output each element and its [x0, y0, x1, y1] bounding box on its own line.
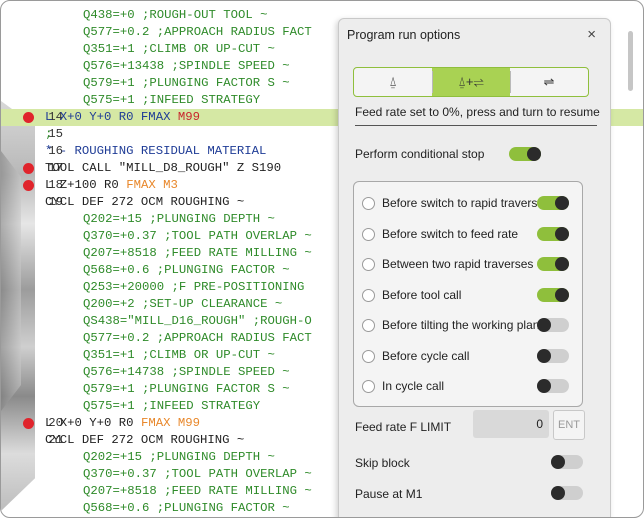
- radio-button[interactable]: [362, 258, 375, 271]
- stop-option-row[interactable]: In cycle call: [354, 371, 582, 401]
- pause-m1-toggle[interactable]: [551, 486, 583, 500]
- ent-button[interactable]: ENT: [553, 410, 585, 440]
- code-text: Q253=+20000 ;F PRE-POSITIONING: [83, 280, 305, 294]
- stop-option-row[interactable]: Before switch to rapid traverse: [354, 188, 582, 218]
- toggle-knob: [555, 257, 569, 271]
- stop-option-label: Before cycle call: [382, 348, 470, 363]
- radio-button[interactable]: [362, 319, 375, 332]
- code-text: Q200=+2 ;SET-UP CLEARANCE ~: [83, 297, 283, 311]
- code-text: QS438="MILL_D16_ROUGH" ;ROUGH-O: [83, 314, 312, 328]
- feed-limit-value: 0: [536, 417, 543, 431]
- code-text: Q370=+0.37 ;TOOL PATH OVERLAP ~: [83, 467, 312, 481]
- stop-option-toggle[interactable]: [537, 226, 569, 241]
- skip-block-label: Skip block: [355, 456, 410, 470]
- code-text: Q568=+0.6 ;PLUNGING FACTOR ~: [83, 263, 290, 277]
- code-text: Q438=+0 ;ROUGH-OUT TOOL ~: [83, 8, 268, 22]
- code-text: Q351=+1 ;CLIMB OR UP-CUT ~: [83, 42, 275, 56]
- toggle-knob: [551, 455, 565, 469]
- code-text: L X+0 Y+0 R0 FMAX M99: [45, 416, 200, 430]
- mode-feed-icon[interactable]: ⇌: [510, 68, 588, 96]
- code-text: Q575=+1 ;INFEED STRATEGY: [83, 93, 261, 107]
- code-text: Q579=+1 ;PLUNGING FACTOR S ~: [83, 76, 290, 90]
- toggle-knob: [537, 348, 551, 363]
- code-text: Q576=+14738 ;SPINDLE SPEED ~: [83, 365, 290, 379]
- stop-option-label: Between two rapid traverses: [382, 257, 534, 271]
- stop-option-row[interactable]: Before cycle call: [354, 341, 582, 371]
- stop-option-toggle[interactable]: [537, 318, 569, 332]
- stop-option-toggle[interactable]: [537, 257, 569, 271]
- stop-option-toggle[interactable]: [537, 196, 569, 210]
- radio-button[interactable]: [362, 380, 375, 393]
- conditional-stop-label: Perform conditional stop: [355, 147, 485, 161]
- stop-option-label: Before tool call: [382, 287, 462, 302]
- pause-m1-label: Pause at M1: [355, 487, 423, 501]
- feed-limit-label: Feed rate F LIMIT: [355, 420, 452, 434]
- code-text: * - ROUGHING RESIDUAL MATERIAL: [45, 144, 267, 158]
- stop-option-row[interactable]: Before tilting the working plane: [354, 310, 582, 340]
- code-text: ;: [45, 127, 53, 141]
- program-run-options-dialog: Program run options × ⍙ ⍙+⇌ ⇌ Feed rate se…: [338, 18, 611, 517]
- radio-button[interactable]: [362, 288, 375, 302]
- code-text: L Z+100 R0 FMAX M3: [45, 178, 178, 192]
- code-text: CYCL DEF 272 OCM ROUGHING ~: [45, 195, 245, 209]
- code-text: Q568=+0.6 ;PLUNGING FACTOR ~: [83, 501, 290, 515]
- dialog-title: Program run options: [347, 28, 461, 42]
- radio-button[interactable]: [362, 227, 375, 241]
- mode-stop-feed-icon[interactable]: ⍙+⇌: [432, 68, 510, 96]
- toggle-knob: [527, 147, 541, 161]
- code-text: Q575=+1 ;INFEED STRATEGY: [83, 399, 261, 413]
- code-text: L X+0 Y+0 R0 FMAX M99: [45, 110, 200, 124]
- toggle-knob: [555, 196, 569, 210]
- toggle-knob: [555, 287, 569, 302]
- mode-stop-icon[interactable]: ⍙: [354, 68, 432, 96]
- conditional-stop-toggle[interactable]: [509, 147, 541, 161]
- stop-option-label: Before switch to rapid traverse: [382, 196, 545, 210]
- stop-option-label: Before switch to feed rate: [382, 226, 519, 241]
- breakpoint-icon[interactable]: [23, 180, 34, 191]
- info-text: Feed rate set to 0%, press and turn to r…: [355, 105, 600, 119]
- code-text: Q579=+1 ;PLUNGING FACTOR S ~: [83, 382, 290, 396]
- code-text: Q576=+13438 ;SPINDLE SPEED ~: [83, 59, 290, 73]
- breakpoint-icon[interactable]: [23, 163, 34, 174]
- stop-option-row[interactable]: Before switch to feed rate: [354, 219, 582, 249]
- stop-option-toggle[interactable]: [537, 348, 569, 363]
- skip-block-toggle[interactable]: [551, 455, 583, 469]
- dialog-header: Program run options ×: [339, 19, 610, 51]
- divider: [355, 125, 597, 126]
- code-text: Q351=+1 ;CLIMB OR UP-CUT ~: [83, 348, 275, 362]
- stop-option-row[interactable]: Before tool call: [354, 280, 582, 310]
- toggle-knob: [555, 226, 569, 241]
- code-text: Q202=+15 ;PLUNGING DEPTH ~: [83, 450, 275, 464]
- code-text: Q207=+8518 ;FEED RATE MILLING ~: [83, 246, 312, 260]
- toggle-knob: [537, 318, 551, 332]
- stop-option-label: Before tilting the working plane: [382, 318, 547, 332]
- code-text: TOOL CALL "MILL_D8_ROUGH" Z S190: [45, 161, 282, 175]
- app-window: Q438=+0 ;ROUGH-OUT TOOL ~ Q577=+0.2 ;APPR…: [0, 0, 644, 518]
- feed-limit-input[interactable]: 0: [473, 410, 549, 438]
- conditional-stop-options: Before switch to rapid traverse Before sw…: [353, 181, 583, 407]
- segment-divider: [432, 71, 433, 93]
- code-scrollbar[interactable]: [628, 31, 633, 91]
- radio-button[interactable]: [362, 349, 375, 363]
- code-text: Q370=+0.37 ;TOOL PATH OVERLAP ~: [83, 229, 312, 243]
- radio-button[interactable]: [362, 197, 375, 210]
- stop-option-toggle[interactable]: [537, 379, 569, 393]
- code-text: Q202=+15 ;PLUNGING DEPTH ~: [83, 212, 275, 226]
- breakpoint-icon[interactable]: [23, 418, 34, 429]
- toggle-knob: [537, 379, 551, 393]
- stop-mode-selector: ⍙ ⍙+⇌ ⇌: [353, 67, 589, 97]
- code-text: Q577=+0.2 ;APPROACH RADIUS FACT: [83, 331, 312, 345]
- stop-option-label: In cycle call: [382, 379, 445, 393]
- code-text: CYCL DEF 272 OCM ROUGHING ~: [45, 433, 245, 447]
- code-text: Q207=+8518 ;FEED RATE MILLING ~: [83, 484, 312, 498]
- code-text: Q577=+0.2 ;APPROACH RADIUS FACT: [83, 25, 312, 39]
- stop-option-row[interactable]: Between two rapid traverses: [354, 249, 582, 279]
- stop-option-toggle[interactable]: [537, 287, 569, 302]
- segment-divider: [510, 71, 511, 93]
- toggle-knob: [551, 486, 565, 500]
- close-icon[interactable]: ×: [587, 26, 596, 43]
- breakpoint-icon[interactable]: [23, 112, 34, 123]
